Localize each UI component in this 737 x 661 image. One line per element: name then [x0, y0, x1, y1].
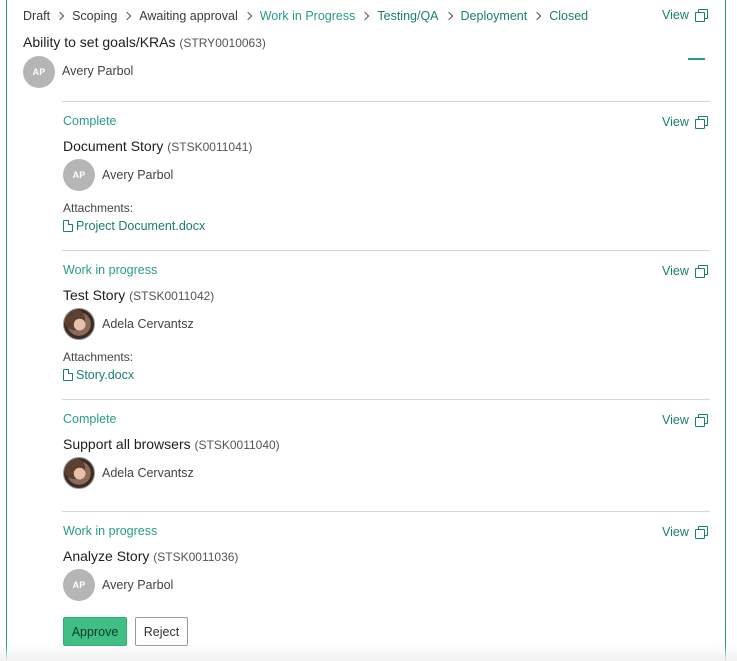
divider: [62, 101, 710, 102]
task-assignee-name: Adela Cervantsz: [102, 466, 194, 480]
avatar: AP: [63, 159, 95, 191]
task-status: Work in progress: [63, 263, 158, 277]
task-title: Support all browsers (STSK0011040): [63, 436, 280, 452]
view-label: View: [662, 413, 689, 427]
avatar: AP: [63, 569, 95, 601]
task-view-button[interactable]: View: [662, 413, 708, 427]
divider: [62, 250, 710, 251]
breadcrumb-deployment[interactable]: Deployment: [461, 9, 528, 23]
attachment-name: Story.docx: [76, 368, 135, 382]
task-title-text: Document Story: [63, 138, 164, 154]
story-title: Ability to set goals/KRAs (STRY0010063): [23, 34, 266, 50]
chevron-right-icon: [123, 11, 132, 21]
story-title-text: Ability to set goals/KRAs: [23, 34, 176, 50]
view-label: View: [662, 115, 689, 129]
copy-icon: [694, 413, 708, 427]
task-title: Analyze Story (STSK0011036): [63, 548, 238, 564]
task-number: (STSK0011036): [153, 550, 239, 564]
divider: [62, 399, 710, 400]
task-view-button[interactable]: View: [662, 115, 708, 129]
story-view-button[interactable]: View: [662, 8, 708, 22]
document-icon: [63, 369, 73, 381]
task-number: (STSK0011041): [167, 140, 253, 154]
copy-icon: [694, 8, 708, 22]
task-number: (STSK0011040): [194, 438, 280, 452]
task-view-button[interactable]: View: [662, 525, 708, 539]
task-assignee-name: Avery Parbol: [102, 168, 174, 182]
task-title-text: Analyze Story: [63, 548, 150, 564]
breadcrumb-testing-qa[interactable]: Testing/QA: [377, 9, 438, 23]
attachments-label: Attachments:: [63, 350, 134, 364]
breadcrumb-draft[interactable]: Draft: [23, 9, 50, 23]
copy-icon: [694, 264, 708, 278]
chevron-right-icon: [243, 11, 252, 21]
avatar: [63, 457, 95, 489]
copy-icon: [694, 525, 708, 539]
approve-button[interactable]: Approve: [63, 617, 127, 646]
view-label: View: [662, 525, 689, 539]
task-title: Document Story (STSK0011041): [63, 138, 252, 154]
task-view-button[interactable]: View: [662, 264, 708, 278]
avatar: AP: [23, 56, 55, 88]
scroll-fade: [0, 645, 737, 661]
chevron-right-icon: [55, 11, 65, 21]
state-breadcrumb: Draft Scoping Awaiting approval Work in …: [23, 8, 588, 24]
copy-icon: [694, 115, 708, 129]
task-status: Work in progress: [63, 524, 158, 538]
story-assignee-name: Avery Parbol: [62, 64, 134, 78]
view-label: View: [662, 8, 689, 22]
divider: [62, 511, 710, 512]
attachment-link[interactable]: Project Document.docx: [63, 219, 205, 233]
chevron-right-icon: [444, 11, 453, 21]
breadcrumb-scoping[interactable]: Scoping: [72, 9, 117, 23]
attachments-label: Attachments:: [63, 201, 134, 215]
breadcrumb-closed[interactable]: Closed: [549, 9, 588, 23]
avatar: [63, 308, 95, 340]
reject-button[interactable]: Reject: [135, 617, 188, 646]
minus-icon[interactable]: [688, 58, 705, 60]
breadcrumb-awaiting-approval[interactable]: Awaiting approval: [139, 9, 237, 23]
chevron-right-icon: [532, 11, 542, 21]
task-status: Complete: [63, 114, 117, 128]
task-number: (STSK0011042): [129, 289, 215, 303]
task-assignee-name: Adela Cervantsz: [102, 317, 194, 331]
task-status: Complete: [63, 412, 117, 426]
document-icon: [63, 220, 73, 232]
breadcrumb-work-in-progress[interactable]: Work in Progress: [260, 9, 356, 23]
task-assignee-name: Avery Parbol: [102, 578, 174, 592]
task-title-text: Test Story: [63, 287, 126, 303]
task-title: Test Story (STSK0011042): [63, 287, 214, 303]
story-number: (STRY0010063): [179, 36, 266, 50]
task-title-text: Support all browsers: [63, 436, 191, 452]
view-label: View: [662, 264, 689, 278]
attachment-link[interactable]: Story.docx: [63, 368, 134, 382]
chevron-right-icon: [361, 11, 370, 21]
attachment-name: Project Document.docx: [76, 219, 206, 233]
